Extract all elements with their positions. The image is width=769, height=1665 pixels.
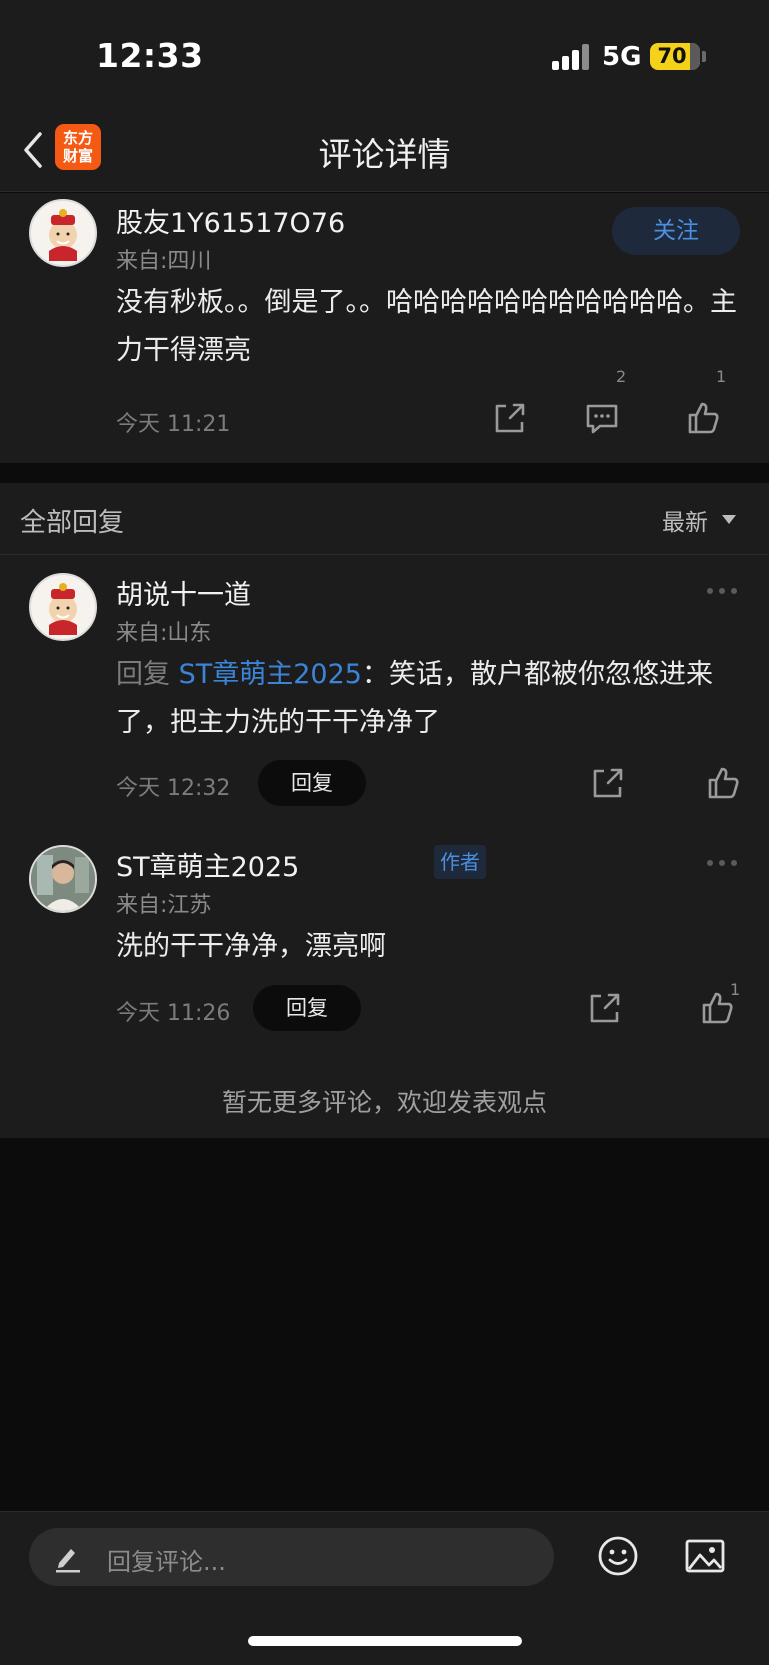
page-title: 评论详情	[318, 135, 451, 174]
battery-tip	[702, 51, 706, 62]
comment-text: 没有秒板。。倒是了。。哈哈哈哈哈哈哈哈哈哈哈。主力干得漂亮	[116, 287, 737, 366]
home-indicator[interactable]	[248, 1636, 522, 1646]
share-icon[interactable]	[490, 398, 530, 438]
share-icon[interactable]	[588, 763, 628, 803]
reply-text: 回复 ST章萌主2025：笑话，散户都被你忽悠进来了，把主力洗的干干净净了	[116, 651, 744, 747]
replies-section: 全部回复 最新 胡说十一道 来自:山东 回复 ST章萌主2025：笑话，散户都被…	[0, 483, 769, 1138]
avatar[interactable]	[29, 845, 97, 913]
location: 来自:四川	[116, 249, 212, 274]
pencil-icon	[56, 1549, 80, 1573]
image-icon[interactable]	[683, 1534, 727, 1578]
signal-icon	[552, 44, 592, 70]
reply-target-link[interactable]: ST章萌主2025	[179, 659, 362, 690]
avatar[interactable]	[29, 573, 97, 641]
person-avatar-icon	[31, 847, 95, 911]
like-icon[interactable]	[683, 398, 723, 438]
reply-text: 洗的干干净净，漂亮啊	[116, 931, 386, 962]
caishen-avatar-icon	[49, 583, 77, 635]
comment-count: 2	[616, 367, 627, 386]
comment-icon[interactable]	[582, 398, 622, 438]
no-more-comments: 暂无更多评论，欢迎发表观点	[221, 1088, 547, 1117]
like-count: 1	[730, 980, 741, 999]
share-icon[interactable]	[585, 988, 625, 1028]
replies-title: 全部回复	[20, 508, 125, 538]
username[interactable]: 胡说十一道	[116, 573, 251, 612]
location: 来自:江苏	[116, 893, 212, 918]
follow-button[interactable]: 关注	[612, 207, 740, 255]
reply-input[interactable]: 回复评论...	[29, 1528, 554, 1586]
location: 来自:山东	[116, 621, 212, 646]
reply-time: 今天 11:26	[116, 1001, 231, 1026]
status-bar: 12:33 5G 70	[0, 0, 769, 110]
status-time: 12:33	[96, 36, 204, 75]
avatar[interactable]	[29, 199, 97, 267]
like-count: 1	[716, 367, 727, 386]
comment-time: 今天 11:21	[116, 412, 231, 437]
reply-prefix: 回复	[116, 659, 170, 690]
emoji-icon[interactable]	[596, 1534, 640, 1578]
reply-button[interactable]: 回复	[258, 760, 366, 806]
nav-bar: 东方 财富 评论详情	[0, 110, 769, 192]
username[interactable]: 股友1Y61517O76	[116, 201, 345, 240]
caret-down-icon[interactable]	[722, 515, 736, 524]
replies-header: 全部回复 最新	[0, 483, 769, 555]
like-icon[interactable]	[703, 763, 743, 803]
more-options-icon[interactable]	[707, 586, 739, 596]
battery-icon: 70	[650, 43, 700, 70]
reply-time: 今天 12:32	[116, 776, 231, 801]
network-type: 5G	[602, 42, 642, 72]
author-badge: 作者	[434, 845, 486, 879]
battery-level: 70	[657, 44, 687, 68]
reply-button[interactable]: 回复	[253, 985, 361, 1031]
sort-button[interactable]: 最新	[662, 503, 708, 537]
username-row: ST章萌主2025 作者	[116, 845, 516, 884]
reply-input-placeholder: 回复评论...	[107, 1548, 226, 1576]
caishen-avatar-icon	[49, 209, 77, 261]
section-gap	[0, 463, 769, 483]
more-options-icon[interactable]	[707, 858, 739, 868]
username[interactable]: ST章萌主2025	[116, 845, 299, 884]
main-comment: 股友1Y61517O76 来自:四川 关注 没有秒板。。倒是了。。哈哈哈哈哈哈哈…	[0, 193, 769, 463]
